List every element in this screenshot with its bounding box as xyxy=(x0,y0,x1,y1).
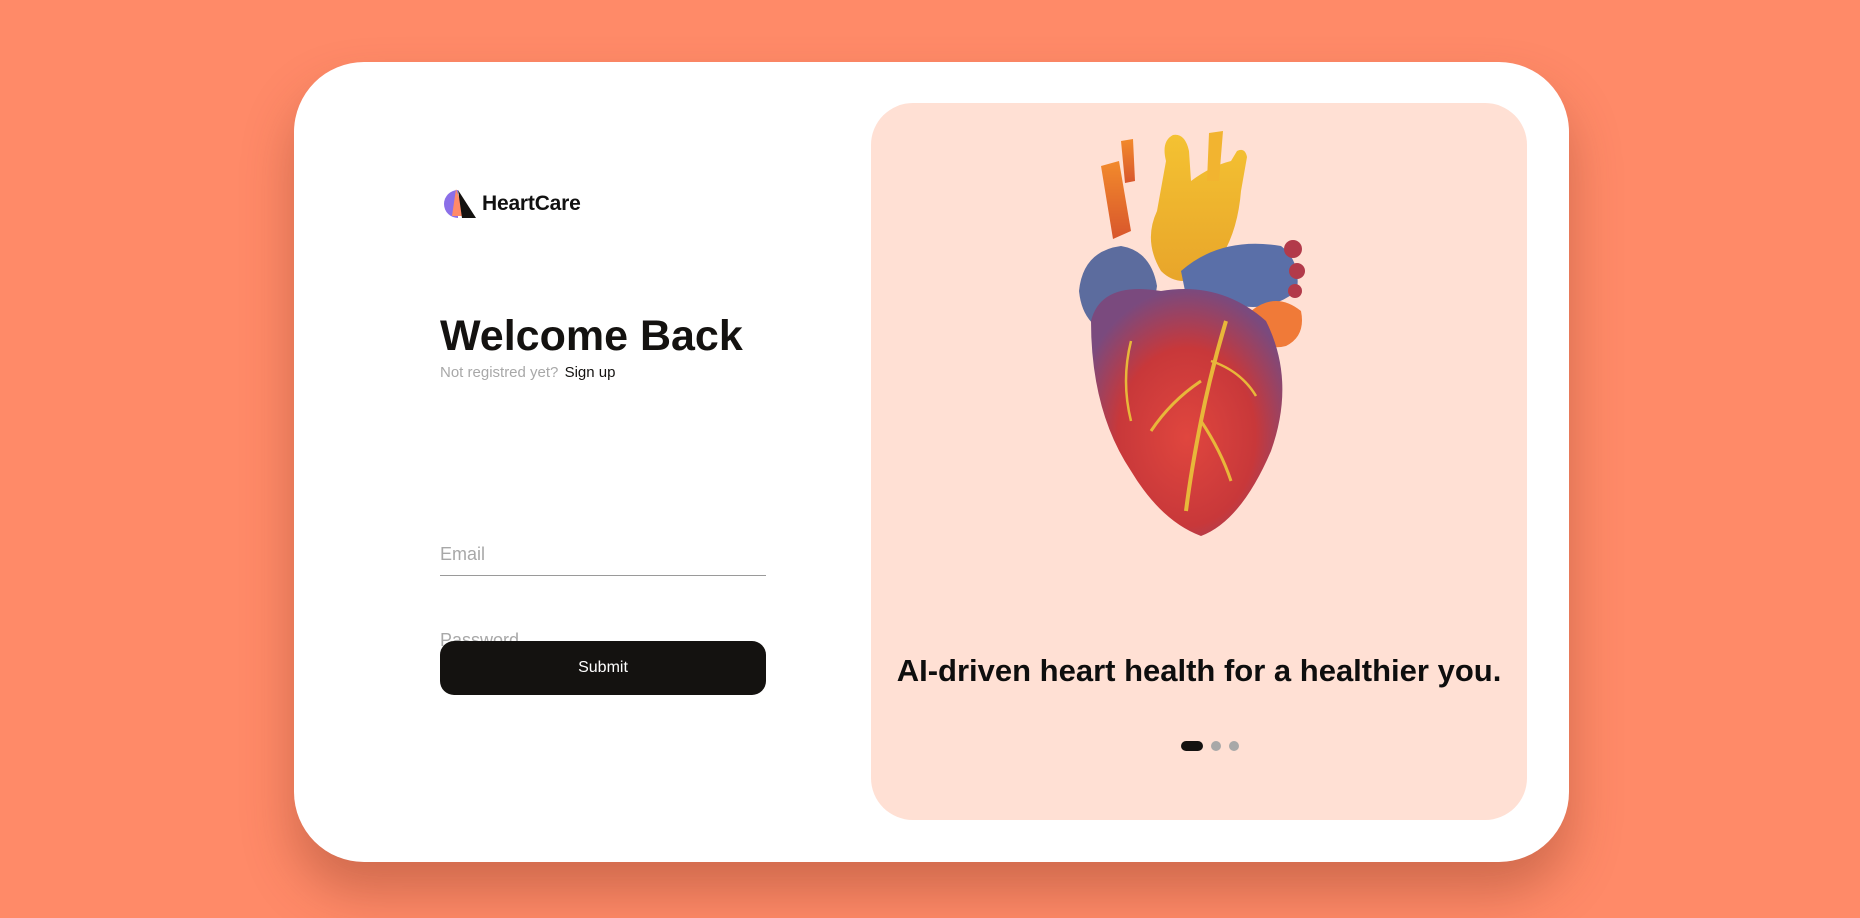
email-field[interactable] xyxy=(440,533,766,576)
login-card: HeartCare Welcome Back Not registred yet… xyxy=(294,62,1569,862)
signup-link[interactable]: Sign up xyxy=(565,364,616,381)
carousel-dot[interactable] xyxy=(1229,741,1239,751)
submit-button[interactable]: Submit xyxy=(440,641,766,695)
page-background: HeartCare Welcome Back Not registred yet… xyxy=(0,0,1860,918)
brand-header: HeartCare xyxy=(440,186,581,222)
carousel-dots xyxy=(871,741,1527,751)
anatomical-heart-illustration xyxy=(1061,121,1341,541)
promo-panel: AI-driven heart health for a healthier y… xyxy=(871,103,1527,820)
carousel-dot-active[interactable] xyxy=(1181,741,1203,751)
heartcare-logo-icon xyxy=(440,186,476,222)
carousel-dot[interactable] xyxy=(1211,741,1221,751)
signup-prompt-line: Not registred yet? Sign up xyxy=(440,364,615,381)
page-title: Welcome Back xyxy=(440,312,743,360)
brand-name: HeartCare xyxy=(482,192,581,215)
promo-tagline: AI-driven heart health for a healthier y… xyxy=(896,653,1502,688)
signup-prompt-text: Not registred yet? xyxy=(440,364,559,381)
